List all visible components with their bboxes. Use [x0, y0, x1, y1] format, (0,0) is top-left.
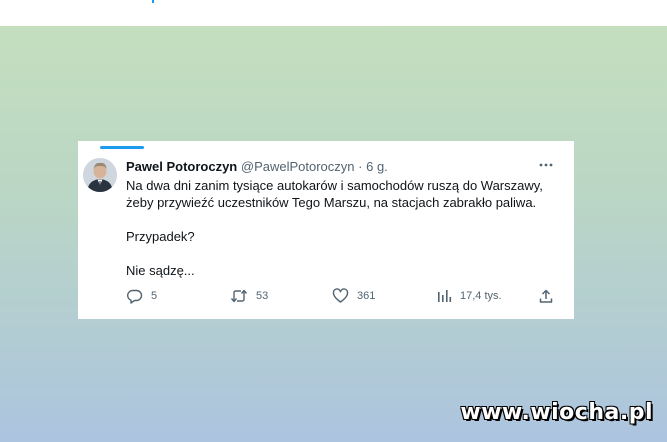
- avatar-portrait-icon: [83, 158, 117, 192]
- tweet-card[interactable]: Pawel Potoroczyn @PawelPotoroczyn · 6 g.…: [78, 141, 574, 319]
- retweet-count: 53: [256, 290, 269, 302]
- site-watermark: www.wiocha.pl: [460, 400, 653, 425]
- tab-indicator: [100, 146, 144, 149]
- more-horizontal-icon[interactable]: [538, 158, 554, 172]
- view-count: 17,4 tys.: [460, 290, 502, 302]
- tweet-actions-bar: 5 53 361 17,4 tys.: [126, 287, 556, 305]
- reply-count: 5: [151, 290, 158, 302]
- views-button[interactable]: 17,4 tys.: [436, 287, 502, 305]
- heart-icon: [332, 288, 349, 303]
- header-separator: ·: [358, 159, 363, 174]
- tweet-text: Na dwa dni zanim tysiące autokarów i sam…: [126, 177, 566, 279]
- tweet-header: Pawel Potoroczyn @PawelPotoroczyn · 6 g.: [126, 159, 526, 175]
- share-icon: [539, 289, 553, 303]
- avatar[interactable]: [83, 158, 117, 192]
- tweet-text-line: Przypadek?: [126, 229, 195, 244]
- share-button[interactable]: [538, 287, 554, 305]
- tweet-timestamp[interactable]: 6 g.: [366, 159, 388, 174]
- tweet-text-line: Na dwa dni zanim tysiące autokarów i sam…: [126, 178, 543, 193]
- retweet-icon: [230, 289, 248, 303]
- retweet-button[interactable]: 53: [230, 287, 268, 305]
- tweet-text-line: żeby przywieźć uczestników Tego Marszu, …: [126, 195, 537, 210]
- like-count: 361: [357, 290, 376, 302]
- tweet-text-line: Nie sądzę...: [126, 263, 195, 278]
- analytics-icon: [438, 290, 452, 302]
- author-handle[interactable]: @PawelPotoroczyn: [241, 159, 355, 174]
- top-page-strip: [0, 0, 667, 26]
- like-button[interactable]: 361: [332, 287, 375, 305]
- top-strip-link-fragment: [152, 0, 154, 3]
- author-display-name[interactable]: Pawel Potoroczyn: [126, 159, 237, 174]
- reply-button[interactable]: 5: [126, 287, 157, 305]
- reply-icon: [127, 289, 143, 304]
